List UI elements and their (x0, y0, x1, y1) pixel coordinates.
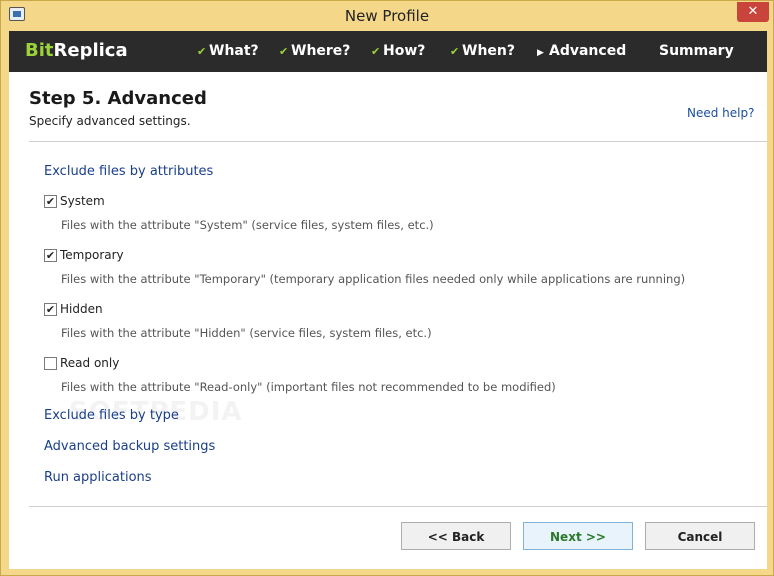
title-bar: New Profile ✕ (1, 1, 773, 31)
need-help-link[interactable]: Need help? (687, 106, 754, 120)
nav-step-when[interactable]: ✔ When? (450, 43, 515, 59)
check-icon: ✔ (371, 45, 381, 58)
window-frame: New Profile ✕ BitReplica ✔ What? ✔ Where? … (0, 0, 774, 576)
exclude-by-attributes-link[interactable]: Exclude files by attributes (44, 164, 213, 179)
nav-step-advanced[interactable]: ▶ Advanced (537, 43, 626, 59)
checkbox-readonly[interactable] (44, 357, 57, 370)
nav-step-how[interactable]: ✔ How? (371, 43, 425, 59)
checkbox-system[interactable]: ✔ (44, 195, 57, 208)
back-button[interactable]: << Back (401, 522, 511, 550)
checkbox-temporary-label[interactable]: Temporary (60, 248, 124, 262)
app-logo: BitReplica (25, 40, 128, 61)
footer-divider (29, 506, 767, 507)
checkbox-readonly-label[interactable]: Read only (60, 356, 119, 370)
check-icon: ✔ (197, 45, 207, 58)
page-title: Step 5. Advanced (29, 88, 207, 109)
checkbox-hidden-description: Files with the attribute "Hidden" (servi… (61, 326, 432, 340)
content-panel: Step 5. Advanced Specify advanced settin… (9, 72, 767, 569)
checkbox-temporary[interactable]: ✔ (44, 249, 57, 262)
nav-step-what[interactable]: ✔ What? (197, 43, 259, 59)
checkbox-system-description: Files with the attribute "System" (servi… (61, 218, 434, 232)
window-title: New Profile (344, 7, 430, 25)
check-icon: ✔ (450, 45, 460, 58)
exclude-by-type-link[interactable]: Exclude files by type (44, 408, 179, 423)
checkbox-readonly-description: Files with the attribute "Read-only" (im… (61, 380, 556, 394)
nav-step-where[interactable]: ✔ Where? (279, 43, 350, 59)
check-icon: ✔ (279, 45, 289, 58)
close-button[interactable]: ✕ (737, 2, 769, 22)
nav-step-summary[interactable]: Summary (659, 43, 734, 59)
logo-part-bit: Bit (25, 40, 54, 61)
header-divider (29, 141, 767, 142)
checkbox-temporary-description: Files with the attribute "Temporary" (te… (61, 272, 686, 286)
wizard-navbar: BitReplica ✔ What? ✔ Where? ✔ How? ✔ When? ▶… (9, 31, 767, 72)
advanced-backup-settings-link[interactable]: Advanced backup settings (44, 439, 215, 454)
logo-part-replica: Replica (53, 40, 128, 61)
run-applications-link[interactable]: Run applications (44, 470, 152, 485)
checkbox-hidden-label[interactable]: Hidden (60, 302, 103, 316)
checkbox-hidden[interactable]: ✔ (44, 303, 57, 316)
cancel-button[interactable]: Cancel (645, 522, 755, 550)
page-subtitle: Specify advanced settings. (29, 114, 191, 128)
checkbox-system-label[interactable]: System (60, 194, 105, 208)
arrow-right-icon: ▶ (537, 48, 544, 58)
next-button[interactable]: Next >> (523, 522, 633, 550)
